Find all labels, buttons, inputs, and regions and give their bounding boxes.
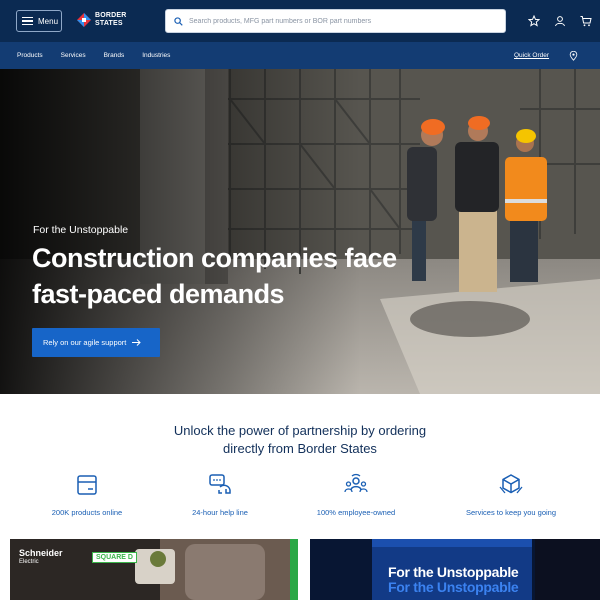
promo-card-schneider[interactable]: Schneider Electric SQUARE D: [10, 539, 298, 600]
partnership-heading-line1: Unlock the power of partnership by order…: [173, 423, 427, 438]
hero-eyebrow: For the Unstoppable: [33, 224, 129, 236]
cart-icon[interactable]: [580, 14, 592, 27]
feature-label: Services to keep you going: [465, 508, 557, 517]
search-box[interactable]: [165, 9, 506, 33]
logo-text: BORDER STATES: [95, 12, 127, 27]
hero-title: Construction companies face fast-paced d…: [32, 243, 397, 309]
nav-item-brands[interactable]: Brands: [104, 52, 125, 59]
service-cube-icon: [499, 474, 523, 494]
search-icon: [174, 16, 183, 26]
feature-services: Services to keep you going: [441, 472, 581, 517]
hero-cta-label: Rely on our agile support: [43, 338, 127, 347]
logo[interactable]: BORDER STATES: [77, 12, 135, 27]
feature-label: 24-hour help line: [192, 508, 248, 517]
feature-label: 200K products online: [51, 508, 123, 517]
arrow-right-icon: [132, 339, 142, 346]
menu-label: Menu: [38, 16, 59, 26]
square-d-badge: SQUARE D: [92, 552, 137, 563]
promo-subtitle: For the Unstoppable: [388, 579, 519, 595]
feature-employee-owned: 100% employee-owned: [286, 472, 426, 517]
partnership-heading-line2: directly from Border States: [223, 441, 377, 456]
hamburger-icon: [22, 17, 33, 25]
top-header: Menu BORDER STATES: [0, 0, 600, 42]
star-icon[interactable]: [527, 14, 541, 27]
feature-products: 200K products online: [17, 472, 157, 517]
schneider-sub: Electric: [19, 559, 39, 565]
user-icon[interactable]: [554, 14, 566, 27]
partnership-heading: Unlock the power of partnership by order…: [0, 422, 600, 458]
chat-support-icon: [209, 474, 231, 494]
menu-button[interactable]: Menu: [16, 10, 62, 32]
location-pin-icon[interactable]: [569, 51, 578, 61]
feature-help-line: 24-hour help line: [150, 472, 290, 517]
nav-item-services[interactable]: Services: [61, 52, 86, 59]
nav-item-industries[interactable]: Industries: [142, 52, 170, 59]
nav-item-products[interactable]: Products: [17, 52, 43, 59]
feature-label: 100% employee-owned: [316, 508, 396, 517]
features-row: 200K products online 24-hour help line 1…: [0, 472, 600, 522]
schneider-logo: Schneider Electric: [19, 549, 63, 567]
hero-cta-button[interactable]: Rely on our agile support: [32, 328, 160, 357]
hero-banner: For the Unstoppable Construction compani…: [0, 69, 600, 394]
search-input[interactable]: [189, 17, 499, 25]
main-nav: Products Services Brands Industries Quic…: [0, 42, 600, 69]
box-icon: [77, 475, 97, 495]
schneider-brand: Schneider: [19, 548, 63, 558]
quick-order-link[interactable]: Quick Order: [514, 52, 549, 59]
logo-mark-icon: [77, 12, 91, 27]
team-icon: [344, 473, 368, 493]
promo-title: For the Unstoppable: [388, 564, 519, 580]
